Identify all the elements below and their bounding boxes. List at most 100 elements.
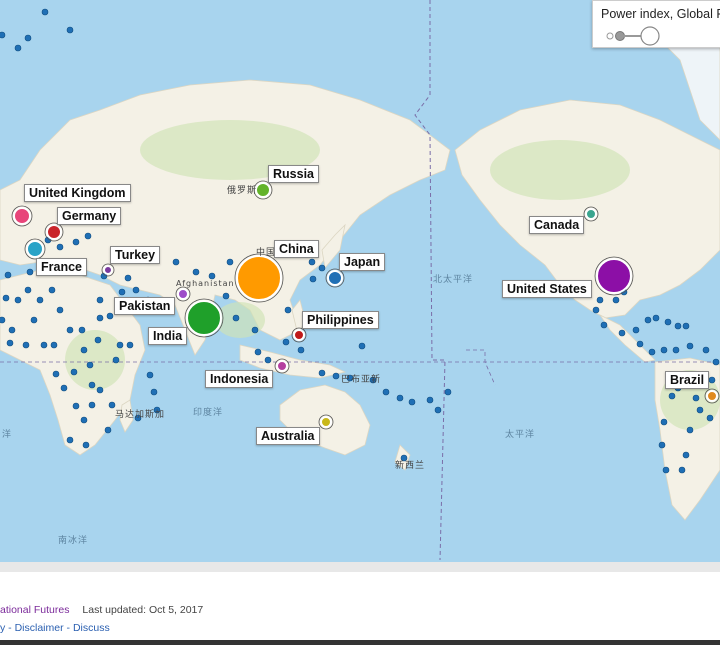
marker-country-26[interactable] bbox=[118, 288, 126, 296]
marker-country-100[interactable] bbox=[702, 346, 710, 354]
marker-country-29[interactable] bbox=[124, 274, 132, 282]
marker-country-65[interactable] bbox=[52, 370, 60, 378]
label-united-states[interactable]: United States bbox=[502, 280, 592, 298]
marker-country-91[interactable] bbox=[652, 314, 660, 322]
marker-country-35[interactable] bbox=[232, 314, 240, 322]
marker-country-41[interactable] bbox=[318, 264, 326, 272]
marker-country-55[interactable] bbox=[444, 388, 452, 396]
marker-country-68[interactable] bbox=[112, 356, 120, 364]
marker-country-23[interactable] bbox=[66, 326, 74, 334]
marker-australia[interactable] bbox=[320, 416, 332, 428]
source-link[interactable]: ational Futures bbox=[0, 604, 69, 616]
marker-country-34[interactable] bbox=[222, 292, 230, 300]
marker-country-114[interactable] bbox=[612, 296, 620, 304]
world-map[interactable]: 北太平洋 太平洋 印度洋 南冰洋 洋 俄罗斯 中国 新西兰 巴布亚新 马达加斯加… bbox=[0, 0, 720, 562]
marker-indonesia[interactable] bbox=[276, 360, 288, 372]
marker-country-92[interactable] bbox=[664, 318, 672, 326]
label-india[interactable]: India bbox=[148, 327, 188, 345]
marker-country-40[interactable] bbox=[308, 258, 316, 266]
marker-country-54[interactable] bbox=[434, 406, 442, 414]
marker-country-97[interactable] bbox=[660, 346, 668, 354]
label-russia[interactable]: Russia bbox=[268, 165, 319, 183]
marker-country-102[interactable] bbox=[668, 392, 676, 400]
marker-brazil[interactable] bbox=[706, 390, 718, 402]
marker-country-87[interactable] bbox=[600, 321, 608, 329]
marker-china[interactable] bbox=[236, 255, 282, 301]
marker-country-11[interactable] bbox=[26, 268, 34, 276]
label-pakistan[interactable]: Pakistan bbox=[114, 297, 176, 315]
marker-country-80[interactable] bbox=[82, 441, 90, 449]
marker-country-42[interactable] bbox=[309, 275, 317, 283]
marker-country-66[interactable] bbox=[70, 368, 78, 376]
marker-country-3[interactable] bbox=[41, 8, 49, 16]
marker-country-31[interactable] bbox=[192, 268, 200, 276]
label-china[interactable]: China bbox=[274, 240, 319, 258]
label-united-kingdom[interactable]: United Kingdom bbox=[24, 184, 131, 202]
marker-country-48[interactable] bbox=[358, 342, 366, 350]
marker-country-59[interactable] bbox=[88, 381, 96, 389]
marker-country-82[interactable] bbox=[24, 286, 32, 294]
marker-country-14[interactable] bbox=[36, 296, 44, 304]
marker-country-22[interactable] bbox=[50, 341, 58, 349]
marker-country-89[interactable] bbox=[632, 326, 640, 334]
marker-country-50[interactable] bbox=[382, 388, 390, 396]
label-australia[interactable]: Australia bbox=[256, 427, 320, 445]
marker-country-43[interactable] bbox=[284, 306, 292, 314]
marker-country-6[interactable] bbox=[84, 232, 92, 240]
discuss-link[interactable]: Discuss bbox=[73, 622, 110, 634]
marker-country-20[interactable] bbox=[0, 316, 6, 324]
marker-country-117[interactable] bbox=[708, 376, 716, 384]
marker-country-83[interactable] bbox=[4, 271, 12, 279]
marker-country-63[interactable] bbox=[66, 436, 74, 444]
marker-country-67[interactable] bbox=[94, 336, 102, 344]
marker-country-4[interactable] bbox=[66, 26, 74, 34]
marker-country-74[interactable] bbox=[146, 371, 154, 379]
marker-country-24[interactable] bbox=[78, 326, 86, 334]
marker-country-86[interactable] bbox=[592, 306, 600, 314]
marker-country-84[interactable] bbox=[56, 306, 64, 314]
marker-country-44[interactable] bbox=[297, 346, 305, 354]
marker-france[interactable] bbox=[26, 240, 44, 258]
marker-country-99[interactable] bbox=[686, 342, 694, 350]
marker-country-75[interactable] bbox=[150, 388, 158, 396]
marker-country-45[interactable] bbox=[318, 369, 326, 377]
marker-country-33[interactable] bbox=[226, 258, 234, 266]
marker-country-2[interactable] bbox=[24, 34, 32, 42]
marker-country-96[interactable] bbox=[648, 348, 656, 356]
marker-country-112[interactable] bbox=[678, 466, 686, 474]
marker-country-18[interactable] bbox=[22, 341, 30, 349]
marker-country-30[interactable] bbox=[172, 258, 180, 266]
marker-country-27[interactable] bbox=[132, 286, 140, 294]
marker-country-111[interactable] bbox=[682, 451, 690, 459]
marker-germany[interactable] bbox=[46, 224, 62, 240]
marker-country-103[interactable] bbox=[660, 418, 668, 426]
marker-country-93[interactable] bbox=[674, 322, 682, 330]
marker-philippines[interactable] bbox=[293, 329, 305, 341]
marker-country-81[interactable] bbox=[72, 402, 80, 410]
marker-country-21[interactable] bbox=[40, 341, 48, 349]
marker-united-states[interactable] bbox=[596, 258, 632, 294]
marker-country-52[interactable] bbox=[408, 398, 416, 406]
marker-canada[interactable] bbox=[585, 208, 597, 220]
marker-japan[interactable] bbox=[327, 270, 343, 286]
map-canvas[interactable] bbox=[0, 0, 720, 562]
marker-country-101[interactable] bbox=[712, 358, 720, 366]
marker-country-104[interactable] bbox=[658, 441, 666, 449]
marker-country-108[interactable] bbox=[696, 406, 704, 414]
marker-country-72[interactable] bbox=[106, 312, 114, 320]
label-japan[interactable]: Japan bbox=[339, 253, 386, 271]
marker-pakistan[interactable] bbox=[177, 288, 189, 300]
marker-country-90[interactable] bbox=[644, 316, 652, 324]
marker-country-70[interactable] bbox=[126, 341, 134, 349]
marker-country-95[interactable] bbox=[636, 340, 644, 348]
marker-country-37[interactable] bbox=[254, 348, 262, 356]
marker-turkey[interactable] bbox=[103, 265, 113, 275]
marker-country-25[interactable] bbox=[96, 296, 104, 304]
marker-country-58[interactable] bbox=[86, 361, 94, 369]
marker-country-38[interactable] bbox=[264, 356, 272, 364]
marker-country-13[interactable] bbox=[14, 296, 22, 304]
marker-country-79[interactable] bbox=[104, 426, 112, 434]
marker-country-16[interactable] bbox=[30, 316, 38, 324]
marker-country-60[interactable] bbox=[96, 386, 104, 394]
marker-country-46[interactable] bbox=[332, 372, 340, 380]
